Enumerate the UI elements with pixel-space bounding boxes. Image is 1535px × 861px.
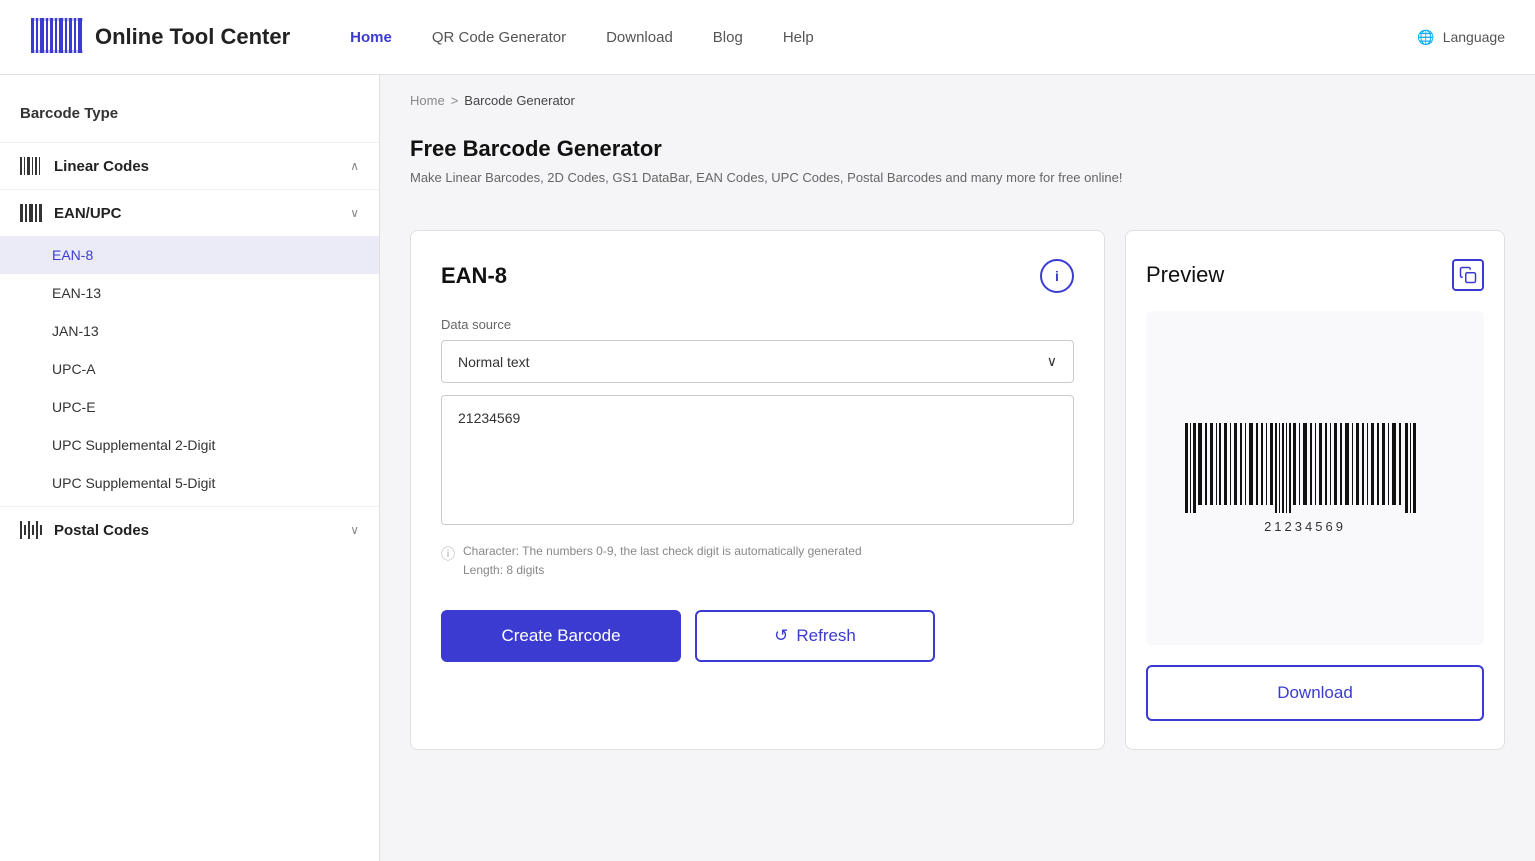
svg-text:21234569: 21234569 — [1264, 519, 1346, 533]
sidebar-category-ean-left: EAN/UPC — [20, 204, 122, 222]
sidebar-title: Barcode Type — [0, 95, 379, 142]
create-barcode-button[interactable]: Create Barcode — [441, 610, 681, 662]
layout: Barcode Type Linear Codes ∧ — [0, 75, 1535, 861]
page-subtitle: Make Linear Barcodes, 2D Codes, GS1 Data… — [410, 170, 1505, 185]
barcode-type-header: EAN-8 i — [441, 259, 1074, 293]
language-selector[interactable]: 🌐 Language — [1417, 29, 1505, 46]
refresh-button[interactable]: ↺ Refresh — [695, 610, 935, 662]
download-button[interactable]: Download — [1146, 665, 1484, 721]
data-source-value: Normal text — [458, 354, 530, 370]
sidebar-category-ean-label: EAN/UPC — [54, 205, 122, 222]
barcode-svg-image: 21234569 — [1175, 423, 1455, 533]
sidebar-item-upc5[interactable]: UPC Supplemental 5-Digit — [0, 464, 379, 502]
sidebar-category-postal-label: Postal Codes — [54, 522, 149, 539]
barcode-data-input[interactable]: 21234569 — [441, 395, 1074, 525]
chevron-up-icon: ∧ — [350, 159, 359, 173]
sidebar-category-linear-label: Linear Codes — [54, 158, 149, 175]
logo[interactable]: Online Tool Center — [30, 15, 290, 60]
barcode-icon-linear — [20, 157, 42, 175]
preview-title: Preview — [1146, 262, 1224, 288]
nav-download[interactable]: Download — [606, 29, 673, 46]
data-source-label: Data source — [441, 317, 1074, 332]
breadcrumb-current: Barcode Generator — [464, 93, 575, 108]
sidebar-item-ean13[interactable]: EAN-13 — [0, 274, 379, 312]
sidebar-category-linear-left: Linear Codes — [20, 157, 149, 175]
globe-icon: 🌐 — [1417, 29, 1434, 46]
sidebar-item-upca[interactable]: UPC-A — [0, 350, 379, 388]
sidebar-category-linear[interactable]: Linear Codes ∧ — [0, 142, 379, 189]
logo-icon — [30, 15, 85, 60]
data-source-select[interactable]: Normal text ∨ — [441, 340, 1074, 383]
copy-svg — [1459, 266, 1477, 284]
refresh-icon: ↺ — [774, 626, 788, 646]
barcode-preview-area: 21234569 — [1146, 311, 1484, 645]
sidebar-category-postal[interactable]: Postal Codes ∨ — [0, 506, 379, 553]
refresh-label: Refresh — [796, 626, 856, 646]
sidebar-item-upc2[interactable]: UPC Supplemental 2-Digit — [0, 426, 379, 464]
sidebar: Barcode Type Linear Codes ∧ — [0, 75, 380, 861]
preview-header: Preview — [1146, 259, 1484, 291]
logo-text: Online Tool Center — [95, 24, 290, 50]
sidebar-item-upce[interactable]: UPC-E — [0, 388, 379, 426]
sidebar-category-postal-left: Postal Codes — [20, 521, 149, 539]
sidebar-item-ean8[interactable]: EAN-8 — [0, 236, 379, 274]
select-chevron-icon: ∨ — [1047, 353, 1057, 370]
sidebar-category-ean[interactable]: EAN/UPC ∨ — [0, 189, 379, 236]
char-info-text: Character: The numbers 0-9, the last che… — [463, 542, 862, 580]
nav-help[interactable]: Help — [783, 29, 814, 46]
copy-icon[interactable] — [1452, 259, 1484, 291]
info-icon[interactable]: i — [1040, 259, 1074, 293]
info-symbol: i — [1055, 268, 1059, 284]
header: Online Tool Center Home QR Code Generato… — [0, 0, 1535, 75]
barcode-type-title: EAN-8 — [441, 263, 507, 289]
nav-qr-code[interactable]: QR Code Generator — [432, 29, 566, 46]
page-header: Free Barcode Generator Make Linear Barco… — [380, 126, 1535, 210]
page-title: Free Barcode Generator — [410, 136, 1505, 162]
generator-panel: EAN-8 i Data source Normal text ∨ 212345… — [410, 230, 1105, 750]
barcode-icon-postal — [20, 521, 42, 539]
content-area: EAN-8 i Data source Normal text ∨ 212345… — [380, 210, 1535, 770]
info-circle-icon: ⓘ — [441, 543, 455, 565]
preview-panel: Preview — [1125, 230, 1505, 750]
chevron-down-icon-ean: ∨ — [350, 206, 359, 220]
sidebar-item-jan13[interactable]: JAN-13 — [0, 312, 379, 350]
nav-blog[interactable]: Blog — [713, 29, 743, 46]
barcode-icon-ean — [20, 204, 42, 222]
barcode-image: 21234569 — [1175, 423, 1455, 533]
breadcrumb-home[interactable]: Home — [410, 93, 445, 108]
breadcrumb: Home > Barcode Generator — [380, 75, 1535, 126]
breadcrumb-separator: > — [451, 93, 459, 108]
action-buttons: Create Barcode ↺ Refresh — [441, 610, 1074, 662]
navigation: Home QR Code Generator Download Blog Hel… — [350, 29, 1377, 46]
main-content: Home > Barcode Generator Free Barcode Ge… — [380, 75, 1535, 861]
char-info: ⓘ Character: The numbers 0-9, the last c… — [441, 542, 1074, 580]
language-label: Language — [1443, 29, 1505, 45]
nav-home[interactable]: Home — [350, 29, 392, 46]
chevron-down-icon-postal: ∨ — [350, 523, 359, 537]
